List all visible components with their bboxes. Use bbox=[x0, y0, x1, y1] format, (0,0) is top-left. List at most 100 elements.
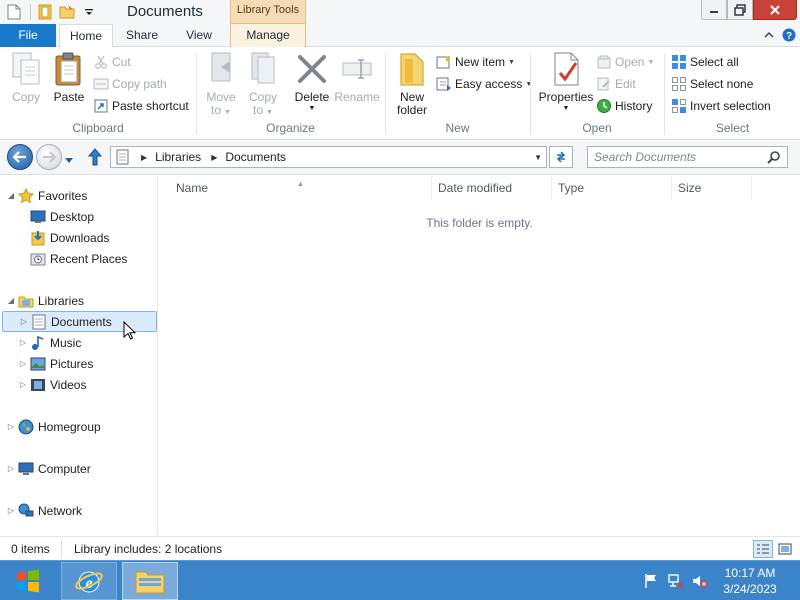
tab-share[interactable]: Share bbox=[118, 24, 166, 47]
navigation-pane: ◢ Favorites Desktop Downloads Recent Pla… bbox=[0, 176, 158, 534]
select-all-button[interactable]: Select all bbox=[671, 53, 739, 71]
tree-homegroup[interactable]: ▷ Homegroup bbox=[6, 417, 101, 436]
collapse-arrow-icon[interactable]: ◢ bbox=[6, 191, 16, 200]
tab-home[interactable]: Home bbox=[59, 24, 113, 48]
new-item-button[interactable]: New item ▼ bbox=[436, 53, 515, 71]
clock-time: 10:17 AM bbox=[724, 566, 776, 580]
file-list: Name ▲ Date modified Type Size This fold… bbox=[159, 176, 800, 534]
status-bar: 0 items Library includes: 2 locations bbox=[0, 536, 800, 560]
copy-path-button[interactable]: Copy path bbox=[93, 75, 167, 93]
cut-button[interactable]: Cut bbox=[93, 53, 131, 71]
paste-shortcut-button[interactable]: Paste shortcut bbox=[93, 97, 189, 115]
customize-toolbar-dropdown-icon[interactable] bbox=[81, 4, 97, 20]
expand-arrow-icon[interactable]: ▷ bbox=[6, 506, 16, 515]
invert-selection-icon bbox=[671, 98, 687, 114]
history-button[interactable]: History bbox=[596, 97, 652, 115]
tree-item-pictures[interactable]: ▷ Pictures bbox=[18, 354, 93, 373]
refresh-button[interactable] bbox=[549, 146, 573, 168]
toolbar-divider bbox=[30, 4, 31, 20]
rename-button[interactable]: Rename bbox=[334, 51, 380, 104]
clipboard-group-label: Clipboard bbox=[72, 121, 124, 135]
move-to-icon bbox=[203, 51, 239, 87]
library-tools-context-header: Library Tools bbox=[230, 0, 306, 24]
address-bar[interactable]: ▶ Libraries ▶ Documents ▼ bbox=[110, 146, 547, 168]
restore-button[interactable] bbox=[727, 0, 753, 20]
new-group-label: New bbox=[445, 121, 470, 135]
edit-button[interactable]: Edit bbox=[596, 75, 636, 93]
taskbar-internet-explorer[interactable]: e bbox=[61, 562, 117, 600]
expand-arrow-icon[interactable]: ▷ bbox=[19, 317, 29, 326]
breadcrumb-separator[interactable]: ▶ bbox=[211, 153, 217, 162]
recent-places-icon bbox=[30, 251, 46, 267]
help-icon[interactable]: ? bbox=[782, 28, 796, 42]
tree-item-music[interactable]: ▷ Music bbox=[18, 333, 81, 352]
breadcrumb-separator[interactable]: ▶ bbox=[141, 153, 147, 162]
expand-arrow-icon[interactable]: ▷ bbox=[6, 464, 16, 473]
minimize-button[interactable] bbox=[701, 0, 727, 20]
new-folder-icon[interactable] bbox=[59, 4, 75, 20]
copy-icon bbox=[8, 51, 44, 87]
collapse-arrow-icon[interactable]: ◢ bbox=[6, 296, 16, 305]
new-folder-button[interactable]: New folder bbox=[390, 51, 434, 117]
back-button[interactable] bbox=[7, 144, 33, 170]
tree-network[interactable]: ▷ Network bbox=[6, 501, 82, 520]
large-icons-view-icon bbox=[778, 543, 792, 555]
tree-item-desktop[interactable]: Desktop bbox=[18, 207, 94, 226]
start-button[interactable] bbox=[6, 565, 50, 597]
paste-button[interactable]: Paste bbox=[49, 51, 89, 104]
open-button[interactable]: Open ▼ bbox=[596, 53, 654, 71]
search-box[interactable] bbox=[587, 146, 788, 168]
column-header-type[interactable]: Type bbox=[552, 176, 672, 200]
quick-access-toolbar bbox=[0, 2, 97, 22]
tab-view[interactable]: View bbox=[174, 24, 224, 47]
navigation-bar: ▶ Libraries ▶ Documents ▼ bbox=[0, 140, 800, 175]
tree-item-recent-places[interactable]: Recent Places bbox=[18, 249, 127, 268]
folder-properties-icon[interactable] bbox=[37, 4, 53, 20]
expand-ribbon-icon[interactable] bbox=[762, 28, 776, 42]
copy-to-button[interactable]: Copy to ▼ bbox=[243, 51, 283, 119]
copy-button[interactable]: Copy bbox=[6, 51, 46, 104]
tree-computer[interactable]: ▷ Computer bbox=[6, 459, 91, 478]
delete-button[interactable]: Delete ▼ bbox=[292, 51, 332, 113]
expand-arrow-icon[interactable]: ▷ bbox=[18, 380, 28, 389]
breadcrumb-libraries[interactable]: Libraries bbox=[155, 150, 201, 164]
search-input[interactable] bbox=[594, 149, 764, 165]
select-none-icon bbox=[671, 76, 687, 92]
tab-manage[interactable]: Manage bbox=[230, 24, 306, 47]
move-to-button[interactable]: Move to ▼ bbox=[201, 51, 241, 119]
expand-arrow-icon[interactable]: ▷ bbox=[6, 422, 16, 431]
recent-locations-dropdown[interactable] bbox=[64, 153, 74, 163]
open-file-icon bbox=[596, 54, 612, 70]
tree-item-videos[interactable]: ▷ Videos bbox=[18, 375, 87, 394]
expand-arrow-icon[interactable]: ▷ bbox=[18, 359, 28, 368]
properties-button[interactable]: Properties ▼ bbox=[535, 51, 597, 113]
column-header-name[interactable]: Name ▲ bbox=[159, 176, 432, 200]
volume-muted-icon[interactable] bbox=[692, 573, 708, 589]
search-icon[interactable] bbox=[767, 150, 781, 164]
network-status-icon[interactable] bbox=[667, 573, 683, 589]
easy-access-button[interactable]: Easy access ▼ bbox=[436, 75, 532, 93]
file-explorer-icon bbox=[135, 571, 165, 594]
expand-arrow-icon[interactable]: ▷ bbox=[18, 338, 28, 347]
mouse-cursor-icon bbox=[123, 320, 137, 341]
tab-file[interactable]: File bbox=[0, 24, 56, 47]
breadcrumb-documents[interactable]: Documents bbox=[225, 150, 286, 164]
details-view-button[interactable] bbox=[753, 540, 773, 558]
tree-favorites[interactable]: ◢ Favorites bbox=[6, 186, 87, 205]
close-button[interactable] bbox=[753, 0, 797, 20]
address-history-dropdown[interactable]: ▼ bbox=[534, 153, 542, 162]
taskbar-file-explorer[interactable] bbox=[122, 562, 178, 600]
tree-libraries[interactable]: ◢ Libraries bbox=[6, 291, 84, 310]
forward-button[interactable] bbox=[36, 144, 62, 170]
select-none-button[interactable]: Select none bbox=[671, 75, 753, 93]
action-center-flag-icon[interactable] bbox=[643, 573, 659, 589]
large-icons-view-button[interactable] bbox=[775, 540, 795, 558]
column-header-size[interactable]: Size bbox=[672, 176, 752, 200]
svg-text:?: ? bbox=[786, 31, 792, 42]
up-button[interactable] bbox=[86, 148, 104, 166]
column-header-date-modified[interactable]: Date modified bbox=[432, 176, 552, 200]
window-title: Documents bbox=[127, 3, 203, 20]
invert-selection-button[interactable]: Invert selection bbox=[671, 97, 771, 115]
tree-item-downloads[interactable]: Downloads bbox=[18, 228, 109, 247]
system-clock[interactable]: 10:17 AM 3/24/2023 bbox=[715, 565, 785, 597]
